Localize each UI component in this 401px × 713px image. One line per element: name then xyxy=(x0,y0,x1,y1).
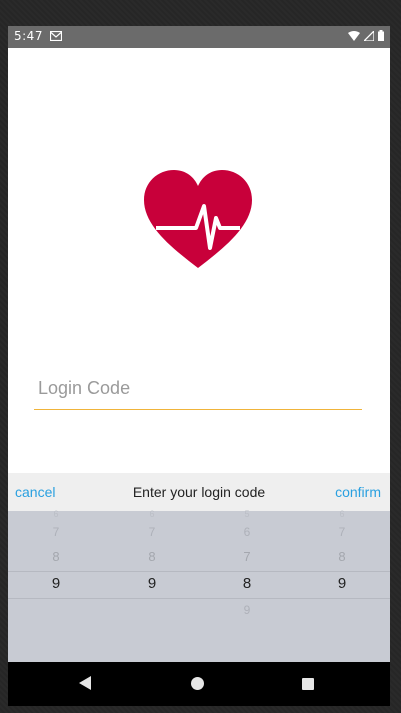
picker-option[interactable]: 6 xyxy=(104,509,200,519)
cancel-button[interactable]: cancel xyxy=(15,484,55,500)
navigation-bar xyxy=(8,662,390,706)
picker-column-2[interactable]: 6 7 8 9 xyxy=(104,509,200,662)
status-icons xyxy=(348,30,384,41)
code-picker-wheel[interactable]: 6 7 8 9 6 7 8 9 5 6 7 8 9 6 7 8 9 xyxy=(8,509,390,662)
picker-selected-option[interactable]: 9 xyxy=(8,575,104,592)
picker-option[interactable]: 5 xyxy=(199,509,295,519)
picker-column-3[interactable]: 5 6 7 8 9 xyxy=(199,509,295,662)
picker-title: Enter your login code xyxy=(132,484,266,500)
picker-option[interactable]: 8 xyxy=(294,549,390,564)
picker-option[interactable]: 8 xyxy=(104,549,200,564)
battery-icon xyxy=(378,30,384,41)
picker-option[interactable]: 7 xyxy=(104,525,200,539)
picker-option[interactable]: 6 xyxy=(8,509,104,519)
home-icon[interactable] xyxy=(191,677,204,690)
picker-option[interactable]: 7 xyxy=(8,525,104,539)
picker-option[interactable]: 6 xyxy=(199,525,295,539)
picker-selected-option[interactable]: 9 xyxy=(294,575,390,592)
heart-logo-icon xyxy=(144,170,252,268)
picker-column-4[interactable]: 6 7 8 9 xyxy=(294,509,390,662)
picker-column-1[interactable]: 6 7 8 9 xyxy=(8,509,104,662)
back-icon[interactable] xyxy=(79,676,92,690)
status-bar: 5:47 xyxy=(8,26,390,48)
picker-option[interactable]: 9 xyxy=(199,603,295,617)
login-code-input[interactable] xyxy=(34,372,362,410)
mail-notification-icon xyxy=(50,31,62,41)
confirm-button[interactable]: confirm xyxy=(335,484,381,500)
picker-option[interactable]: 6 xyxy=(294,509,390,519)
picker-option[interactable]: 8 xyxy=(8,549,104,564)
recent-apps-icon[interactable] xyxy=(302,678,314,690)
picker-selected-option[interactable]: 8 xyxy=(199,575,295,592)
wifi-icon xyxy=(348,30,360,41)
status-time: 5:47 xyxy=(14,29,43,43)
app-screen: 5:47 Enter your login code cancel confir… xyxy=(8,26,390,706)
picker-toolbar: Enter your login code cancel confirm xyxy=(8,473,390,512)
picker-option[interactable]: 7 xyxy=(294,525,390,539)
picker-option[interactable]: 7 xyxy=(199,549,295,564)
signal-icon xyxy=(364,30,374,41)
picker-selected-option[interactable]: 9 xyxy=(104,575,200,592)
